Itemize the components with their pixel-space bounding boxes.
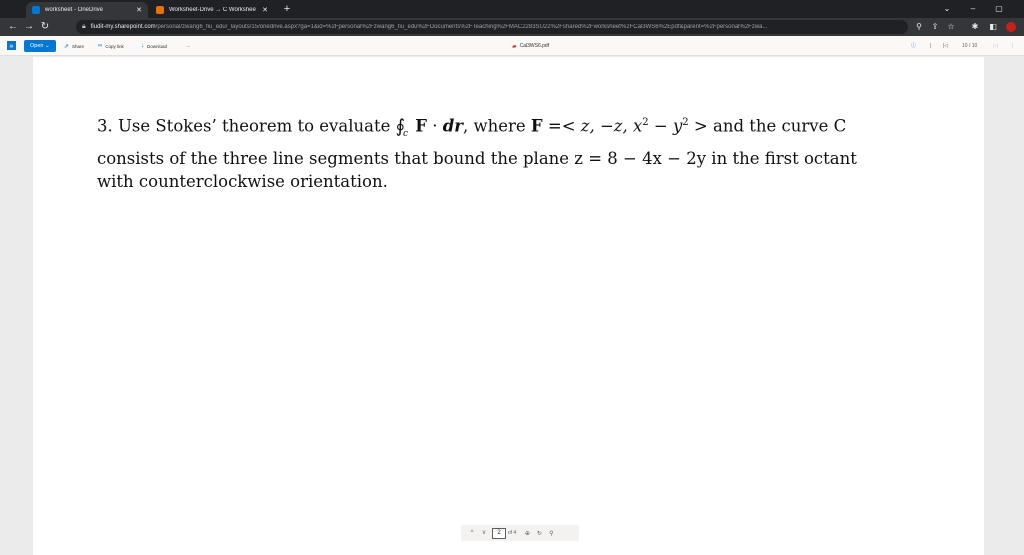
tab-worksheet-drive[interactable]: Worksheet-Drive → C Worksheet ✕ <box>150 2 274 18</box>
page-total-label: of 4 <box>508 530 517 536</box>
bookmark-star-icon[interactable]: ☆ <box>944 20 958 34</box>
field-letter: F <box>415 116 427 136</box>
last-page-icon[interactable]: ▷| <box>993 40 998 52</box>
copy-link-label: Copy link <box>105 43 124 49</box>
field-def-open: =< z, −z, x <box>547 116 643 136</box>
share-page-icon[interactable]: ⇪ <box>928 20 942 34</box>
dot-operator: · <box>432 116 438 136</box>
close-viewer-icon[interactable]: | <box>1012 40 1013 52</box>
link-icon: ∞ <box>98 43 103 49</box>
back-button[interactable]: ← <box>6 20 20 34</box>
field-letter-def: F <box>530 116 543 136</box>
file-name-label: Cal3WS6.pdf <box>519 43 550 49</box>
problem-text: 3. Use Stokes’ theorem to evaluate ∮c F … <box>97 111 897 194</box>
share-icon: ⇗ <box>64 43 70 50</box>
share-label: Share <box>72 43 85 49</box>
url-path: /personal/zwang6_fiu_edu/_layouts/15/one… <box>155 24 768 30</box>
open-button[interactable]: Open ⌄ <box>24 40 56 52</box>
page-counter: 10 / 10 <box>962 43 978 49</box>
info-icon[interactable]: ⓘ <box>911 40 916 52</box>
address-bar[interactable]: 🔒︎ fiudit-my.sharepoint.com /personal/zw… <box>76 20 908 34</box>
zoom-in-icon[interactable]: ⊕ <box>521 530 533 537</box>
copy-link-button[interactable]: ∞ Copy link <box>98 40 124 52</box>
more-options-label: ··· <box>186 43 191 49</box>
problem-line-2: consists of the three line segments that… <box>97 148 857 168</box>
page-number-input[interactable]: 2 <box>492 527 506 539</box>
extensions-icon[interactable]: ✱ <box>968 20 982 34</box>
problem-lead-text: Use Stokes’ theorem to evaluate <box>118 116 391 136</box>
tab-onedrive[interactable]: worksheet - OneDrive ✕ <box>26 2 148 18</box>
viewer-command-bar: ▤ Open ⌄ ⇗ Share ∞ Copy link ↓ Download ···… <box>0 36 1024 56</box>
tab-title: Worksheet-Drive → C Worksheet <box>169 7 257 13</box>
lock-icon: 🔒︎ <box>82 23 86 30</box>
open-label: Open <box>30 43 44 49</box>
page-navigation-bar: ^ v 2 of 4 ⊕ ↻ ⚲ <box>461 525 579 541</box>
minus-y: − y <box>648 116 683 136</box>
search-icon[interactable]: ⚲ <box>545 530 557 537</box>
close-tab-icon[interactable]: ✕ <box>136 6 142 14</box>
previous-page-button[interactable]: ^ <box>466 530 478 536</box>
dr-symbol: dr <box>442 116 463 136</box>
forward-button[interactable]: → <box>22 20 36 34</box>
profile-avatar[interactable] <box>1004 20 1018 34</box>
minimize-icon[interactable]: – <box>962 0 984 18</box>
close-tab-icon[interactable]: ✕ <box>262 6 268 14</box>
rotate-icon[interactable]: ↻ <box>533 530 545 537</box>
browser-tab-strip: worksheet - OneDrive ✕ Worksheet-Drive →… <box>0 0 1024 18</box>
file-name: ▰ Cal3WS6.pdf <box>512 40 549 52</box>
pdf-file-icon: ▰ <box>512 43 517 50</box>
browser-toolbar: ← → ↻ 🔒︎ fiudit-my.sharepoint.com /perso… <box>0 18 1024 36</box>
divider: | <box>930 43 932 49</box>
share-button[interactable]: ⇗ Share <box>64 40 84 52</box>
where-text: , where <box>462 116 526 136</box>
new-tab-button[interactable]: + <box>280 2 294 16</box>
line-integral-symbol: ∮c <box>395 115 409 140</box>
download-button[interactable]: ↓ Download <box>141 40 167 52</box>
url-host: fiudit-my.sharepoint.com <box>90 24 156 30</box>
reload-button[interactable]: ↻ <box>38 20 52 34</box>
tab-search-icon[interactable]: ⌄ <box>936 0 958 18</box>
problem-line-3: with counterclockwise orientation. <box>97 172 388 192</box>
problem-line-1: 3. Use Stokes’ theorem to evaluate ∮c F … <box>97 111 897 147</box>
side-panel-icon[interactable]: ◧ <box>986 20 1000 34</box>
problem-number: 3. <box>97 116 113 136</box>
restore-icon[interactable]: ▢ <box>988 0 1010 18</box>
onedrive-app-icon[interactable]: ▤ <box>7 41 16 50</box>
document-page: 3. Use Stokes’ theorem to evaluate ∮c F … <box>33 57 984 555</box>
field-def-close: > and the curve C <box>688 116 847 136</box>
worksheet-favicon-icon <box>156 6 164 14</box>
next-page-button[interactable]: v <box>478 530 490 536</box>
download-label: Download <box>147 43 168 49</box>
tab-title: worksheet - OneDrive <box>45 7 104 13</box>
onedrive-favicon-icon <box>32 6 40 14</box>
download-icon: ↓ <box>141 43 144 49</box>
zoom-icon[interactable]: ⚲ <box>912 20 926 34</box>
more-options-button[interactable]: ··· <box>186 40 191 52</box>
first-page-icon[interactable]: |◁ <box>943 40 948 52</box>
chevron-down-icon: ⌄ <box>45 43 50 49</box>
